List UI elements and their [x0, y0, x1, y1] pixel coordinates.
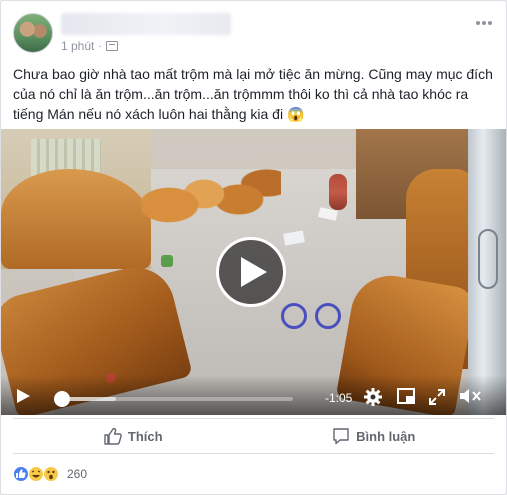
reaction-count[interactable]: 260	[67, 467, 87, 481]
meta-separator: ·	[98, 40, 102, 52]
wow-reaction-icon	[43, 466, 59, 482]
settings-button[interactable]	[364, 388, 382, 411]
like-button[interactable]: Thích	[13, 419, 254, 453]
play-icon	[17, 389, 30, 403]
gear-icon	[364, 388, 382, 406]
mute-button[interactable]	[460, 388, 482, 409]
friends-privacy-icon[interactable]	[105, 41, 118, 51]
thumbs-up-icon	[16, 469, 26, 478]
thumbs-up-icon	[104, 427, 122, 445]
comment-icon	[333, 428, 349, 445]
mini-player-button[interactable]	[397, 388, 415, 409]
big-play-button[interactable]	[216, 237, 286, 307]
expand-icon	[429, 389, 445, 405]
time-remaining: -1:05	[325, 391, 353, 405]
post-card: 1 phút · Chưa bao giờ nhà tao mất trộm m…	[0, 0, 507, 495]
post-header: 1 phút ·	[13, 13, 494, 57]
fullscreen-button[interactable]	[429, 389, 445, 410]
progress-scrubber[interactable]	[53, 391, 70, 407]
like-label: Thích	[127, 428, 163, 444]
post-actions: Thích Bình luận	[13, 418, 494, 454]
progress-bar[interactable]	[57, 397, 293, 401]
video-frame-statues	[141, 139, 281, 249]
picture-in-picture-icon	[397, 388, 415, 404]
video-controls: -1:05	[1, 375, 506, 415]
video-frame-phone-edge	[468, 129, 506, 415]
video-frame-bike	[281, 289, 341, 329]
play-icon	[241, 257, 267, 287]
avatar[interactable]	[13, 13, 53, 53]
more-options-button[interactable]	[474, 15, 494, 31]
video-frame-toy	[161, 255, 173, 267]
author-name-blurred[interactable]	[61, 13, 231, 35]
post-meta: 1 phút ·	[61, 39, 118, 53]
laughing-face-icon	[31, 470, 41, 478]
video-frame-person	[329, 174, 347, 210]
video-frame-phone-button	[478, 229, 498, 289]
haha-reaction-icon	[28, 466, 44, 482]
timestamp[interactable]: 1 phút	[61, 39, 94, 53]
reactions-summary[interactable]: 260	[13, 466, 87, 482]
post-text: Chưa bao giờ nhà tao mất trộm mà lại mở …	[13, 66, 493, 122]
comment-button[interactable]: Bình luận	[254, 419, 495, 453]
comment-label: Bình luận	[356, 428, 416, 444]
like-reaction-icon	[13, 466, 29, 482]
video-player[interactable]: -1:05	[1, 129, 506, 415]
volume-muted-icon	[460, 389, 481, 403]
play-control-button[interactable]	[16, 389, 30, 408]
surprised-face-icon	[47, 470, 55, 480]
ellipsis-icon	[476, 21, 492, 25]
